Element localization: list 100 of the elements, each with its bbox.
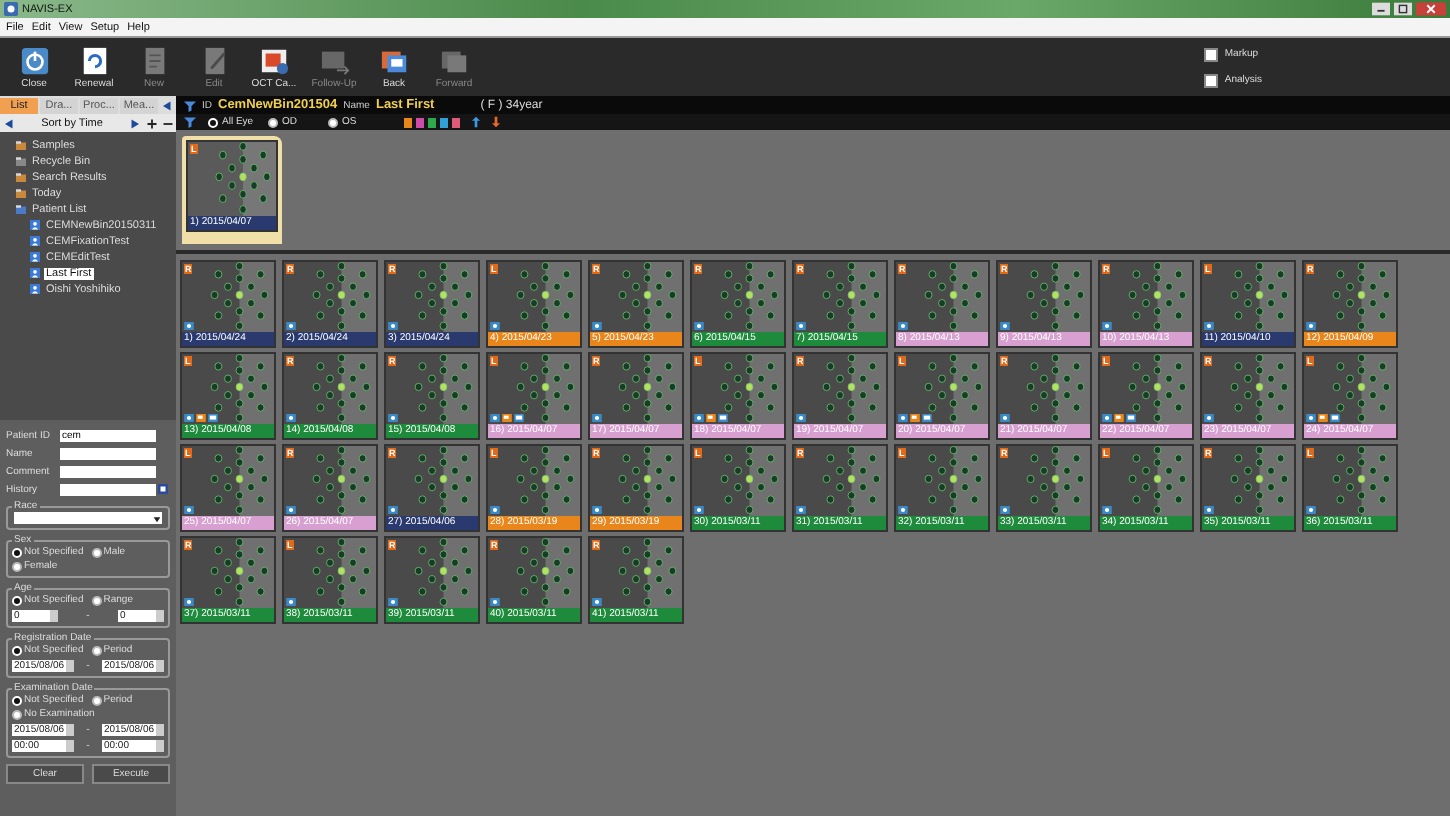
camera-icon xyxy=(388,414,398,422)
fundus-image xyxy=(1304,354,1396,424)
fundus-image xyxy=(1202,262,1294,332)
camera-icon xyxy=(592,598,602,606)
fundus-image xyxy=(1100,446,1192,516)
fundus-image xyxy=(794,262,886,332)
fundus-image xyxy=(488,446,580,516)
fundus-image xyxy=(998,262,1090,332)
comment-icon xyxy=(922,414,932,422)
plus-icon[interactable] xyxy=(146,117,158,129)
refresh-icon xyxy=(79,45,109,75)
folder-icon xyxy=(16,188,26,199)
history-icon[interactable] xyxy=(158,484,168,494)
camera-icon xyxy=(796,506,806,514)
camera-icon xyxy=(1306,322,1316,330)
comment-icon xyxy=(1126,414,1136,422)
camera-icon xyxy=(694,506,704,514)
fundus-image xyxy=(1100,262,1192,332)
camera-icon xyxy=(898,322,908,330)
camera-icon xyxy=(184,506,194,514)
camera-icon xyxy=(1306,506,1316,514)
folder-icon xyxy=(16,140,26,151)
fundus-image xyxy=(1202,354,1294,424)
fundus-image xyxy=(692,446,784,516)
camera-icon xyxy=(898,506,908,514)
fundus-image xyxy=(488,354,580,424)
fundus-image xyxy=(896,262,988,332)
camera-icon xyxy=(1204,506,1214,514)
camera-icon xyxy=(592,414,602,422)
patient-icon xyxy=(30,252,40,263)
fundus-image xyxy=(692,262,784,332)
fundus-image xyxy=(896,446,988,516)
comment-icon xyxy=(718,414,728,422)
fundus-image xyxy=(488,538,580,608)
fundus-image xyxy=(284,538,376,608)
right-arrow-icon[interactable] xyxy=(130,117,142,129)
image-icon xyxy=(259,45,289,75)
minimize-icon[interactable] xyxy=(1372,2,1390,16)
camera-icon xyxy=(592,322,602,330)
color-filter[interactable] xyxy=(416,117,424,127)
camera-icon xyxy=(1000,506,1010,514)
camera-icon xyxy=(286,414,296,422)
up-arrow-icon[interactable] xyxy=(472,116,480,128)
fundus-image xyxy=(284,262,376,332)
fundus-image xyxy=(998,446,1090,516)
input-field[interactable] xyxy=(60,483,156,495)
patient-icon xyxy=(30,236,40,247)
minus-icon[interactable] xyxy=(162,117,174,129)
camera-icon xyxy=(1000,322,1010,330)
fundus-image xyxy=(182,262,274,332)
color-filter[interactable] xyxy=(428,117,436,127)
camera-icon xyxy=(592,506,602,514)
fundus-image xyxy=(692,354,784,424)
camera-icon xyxy=(1000,414,1010,422)
camera-icon xyxy=(1102,506,1112,514)
folder-icon xyxy=(16,204,26,215)
camera-icon xyxy=(1204,322,1214,330)
folder-icon xyxy=(16,156,26,167)
fundus-image xyxy=(590,262,682,332)
camera-icon xyxy=(286,598,296,606)
power-icon xyxy=(19,45,49,75)
color-filter[interactable] xyxy=(452,117,460,127)
fundus-image xyxy=(182,538,274,608)
fundus-image xyxy=(386,538,478,608)
camera-icon xyxy=(694,322,704,330)
fundus-image xyxy=(1100,354,1192,424)
fundus-image xyxy=(1304,262,1396,332)
camera-icon xyxy=(1204,414,1214,422)
fundus-image xyxy=(1304,446,1396,516)
color-filter[interactable] xyxy=(404,117,412,127)
camera-icon xyxy=(796,414,806,422)
camera-icon xyxy=(1102,322,1112,330)
fundus-image xyxy=(386,446,478,516)
color-filter[interactable] xyxy=(440,117,448,127)
fundus-image xyxy=(1202,446,1294,516)
camera-icon xyxy=(388,598,398,606)
fundus-image xyxy=(386,354,478,424)
close-icon[interactable] xyxy=(1416,2,1446,16)
camera-icon xyxy=(490,506,500,514)
input-field[interactable] xyxy=(60,465,156,477)
fundus-image xyxy=(590,354,682,424)
fundus-image xyxy=(182,354,274,424)
maximize-icon[interactable] xyxy=(1394,2,1412,16)
fundus-image xyxy=(794,446,886,516)
input-field[interactable] xyxy=(60,447,156,459)
camera-icon xyxy=(388,506,398,514)
camera-icon xyxy=(184,598,194,606)
fundus-image xyxy=(386,262,478,332)
fundus-image xyxy=(188,142,276,216)
fundus-image xyxy=(284,446,376,516)
comment-icon xyxy=(514,414,524,422)
fundus-image xyxy=(488,262,580,332)
down-arrow-icon[interactable] xyxy=(492,116,500,128)
camera-icon xyxy=(388,322,398,330)
patient-icon xyxy=(30,284,40,295)
comment-icon xyxy=(1330,414,1340,422)
fundus-image xyxy=(590,446,682,516)
patient-icon xyxy=(30,220,40,231)
comment-icon xyxy=(208,414,218,422)
left-arrow-icon[interactable] xyxy=(2,117,14,129)
